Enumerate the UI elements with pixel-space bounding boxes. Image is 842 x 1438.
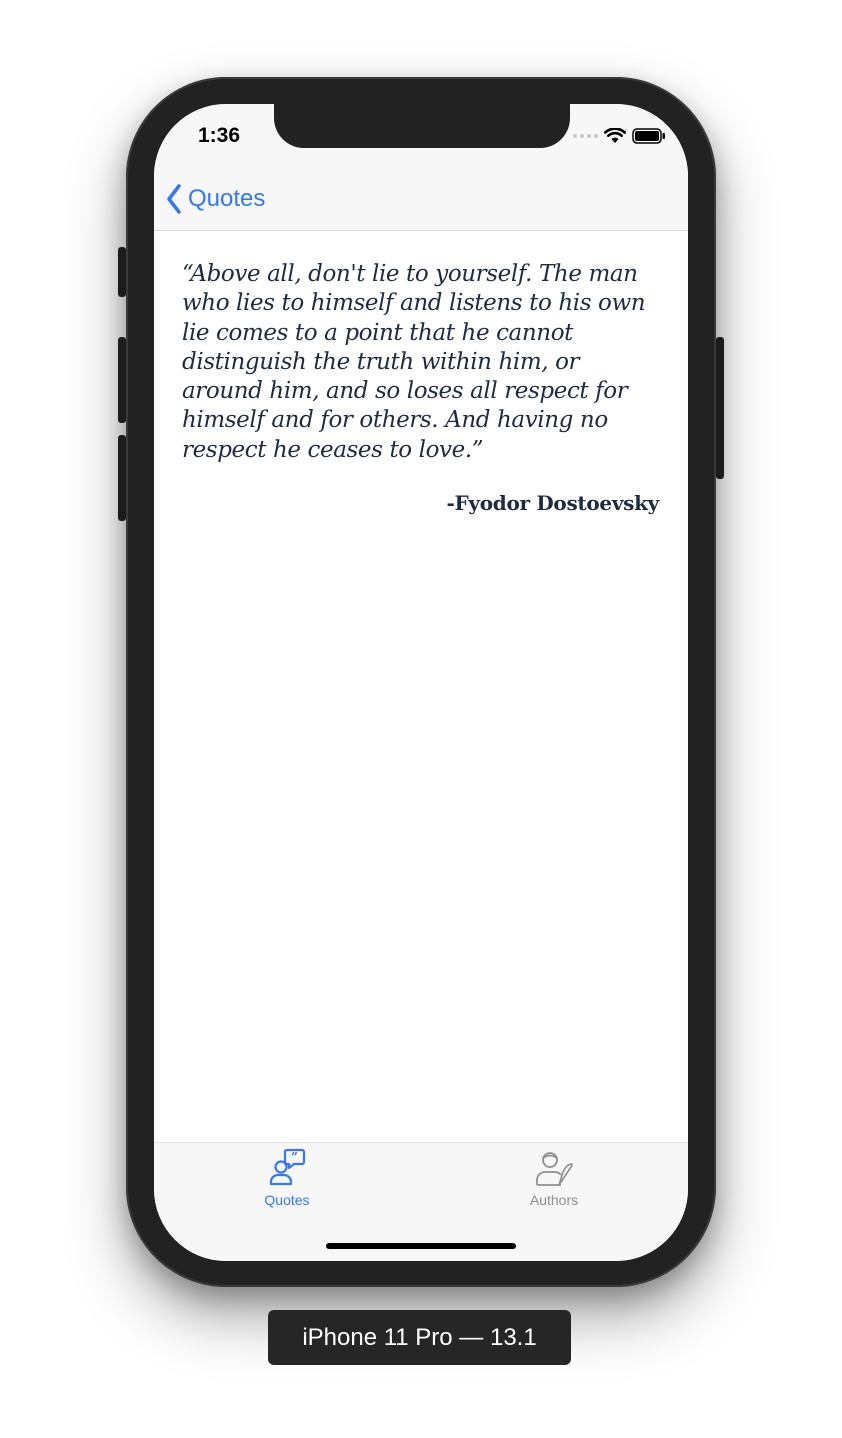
status-indicators	[573, 128, 666, 144]
power-button	[716, 337, 724, 479]
battery-icon	[632, 128, 665, 144]
quote-text: “Above all, don't lie to yourself. The m…	[182, 261, 646, 463]
author-quill-icon	[536, 1152, 573, 1186]
tab-authors[interactable]: Authors	[494, 1147, 614, 1208]
device-label: iPhone 11 Pro — 13.1	[268, 1310, 571, 1365]
svg-text:”: ”	[291, 1150, 298, 1164]
quote-author: -Fyodor Dostoevsky	[446, 491, 660, 515]
tab-quotes[interactable]: ” Quotes	[227, 1147, 347, 1208]
volume-down-button	[118, 435, 126, 521]
silent-switch	[118, 247, 126, 297]
person-quote-icon: ”	[269, 1148, 306, 1186]
back-button-label: Quotes	[188, 185, 266, 212]
cellular-signal-icon	[573, 134, 598, 138]
volume-up-button	[118, 337, 126, 423]
status-time: 1:36	[198, 124, 241, 147]
screen: Quotes 1:36 “Above all, don't lie to you…	[154, 104, 688, 1261]
tab-quotes-label: Quotes	[264, 1192, 310, 1208]
notch	[274, 104, 570, 148]
home-indicator[interactable]	[326, 1243, 516, 1249]
tab-authors-label: Authors	[529, 1192, 579, 1208]
back-button[interactable]: Quotes	[166, 184, 265, 214]
wifi-icon	[604, 128, 626, 143]
chevron-left-icon	[167, 184, 181, 214]
